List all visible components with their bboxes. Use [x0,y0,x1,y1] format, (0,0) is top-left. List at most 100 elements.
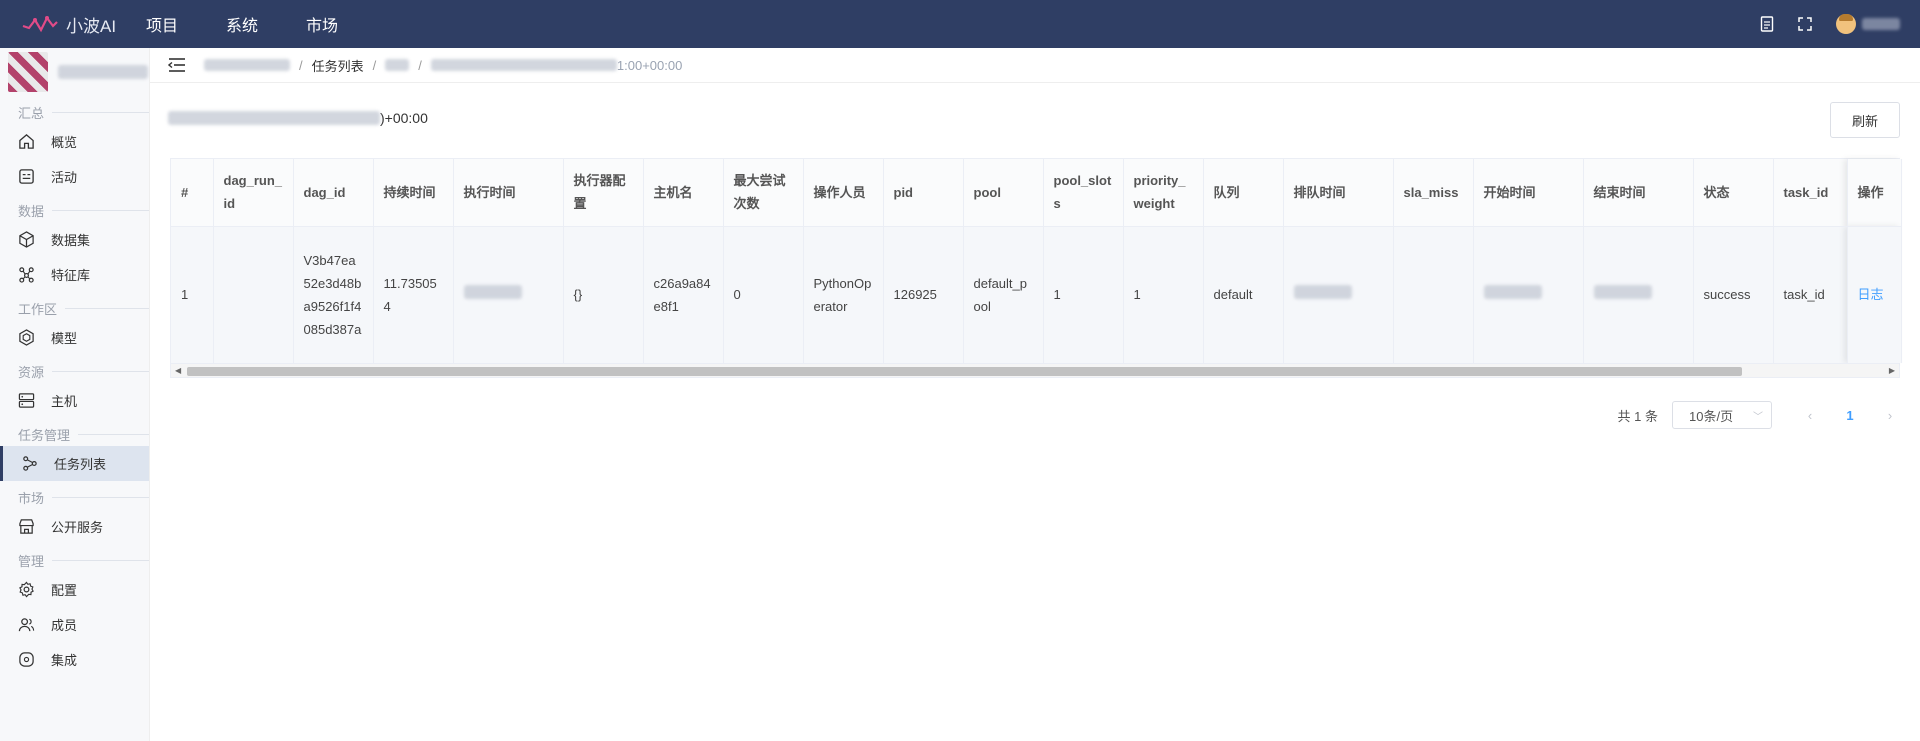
sidebar-group-resources: 资源 [0,359,149,383]
cell-state: success [1693,226,1774,363]
logo-icon [22,15,58,33]
sidebar-item-label: 成员 [51,618,78,633]
sidebar-item-activity[interactable]: 活动 [0,159,149,194]
cell-start-time [1473,226,1584,363]
pagination: 共 1 条 10条/页 ﹀ ‹ 1 › [1618,401,1900,429]
prev-page-icon[interactable]: ‹ [1800,408,1820,423]
sidebar-group-workspace: 工作区 [0,296,149,320]
top-right-tools [1740,0,1900,48]
sidebar-item-feature-store[interactable]: 特征库 [0,257,149,292]
chevron-down-icon: ﹀ [1753,411,1763,423]
fullscreen-icon[interactable] [1794,13,1816,35]
group-title: 资源 [18,364,45,380]
horizontal-scrollbar[interactable]: ◀ ▶ [171,363,1899,377]
share-icon [23,456,37,471]
col-header: sla_miss [1393,159,1474,227]
sidebar-item-model[interactable]: 模型 [0,320,149,355]
breadcrumb-run-suffix: 1:00+00:00 [616,57,683,73]
cell-sla-miss [1393,226,1474,363]
topnav-system[interactable]: 系统 [226,12,258,36]
topnav-market[interactable]: 市场 [306,12,338,36]
cell-dag-run-id [213,226,294,363]
brand-name: 小波AI [66,16,117,36]
cell-pid: 126925 [883,226,964,363]
col-header: pool_slots [1043,159,1124,227]
col-header: # [171,159,214,227]
breadcrumb-project-redacted[interactable] [204,59,290,71]
col-header: 操作 [1847,159,1902,227]
topnav-project[interactable]: 项目 [146,12,178,36]
sidebar-item-settings[interactable]: 配置 [0,572,149,607]
main-content: / 任务列表 / / 1:00+00:00 )+00:00 刷新 # dag_r… [150,48,1920,741]
top-nav: 项目 系统 市场 [146,12,386,36]
cell-end-time [1583,226,1694,363]
cell-max-tries: 0 [723,226,804,363]
breadcrumb: / 任务列表 / / 1:00+00:00 [150,48,1920,83]
document-icon[interactable] [1756,13,1778,35]
scroll-right-icon[interactable]: ▶ [1889,366,1895,375]
table-header-row: # dag_run_id dag_id 持续时间 执行时间 执行器配置 主机名 … [171,159,1902,227]
col-header: priority_weight [1123,159,1204,227]
sidebar-item-label: 活动 [51,170,78,185]
group-title: 市场 [18,490,45,506]
avatar[interactable] [1836,14,1856,34]
menu-fold-icon[interactable] [168,57,186,73]
sidebar-item-overview[interactable]: 概览 [0,124,149,159]
page-size-select[interactable]: 10条/页 ﹀ [1672,401,1772,429]
page-subtitle: )+00:00 [168,110,428,126]
breadcrumb-run-redacted [430,59,617,71]
col-header: 结束时间 [1583,159,1694,227]
sidebar-item-label: 模型 [51,331,78,346]
sidebar-item-label: 公开服务 [51,520,104,535]
cell-duration: 11.735054 [373,226,454,363]
activity-icon [19,169,34,184]
next-page-icon[interactable]: › [1880,408,1900,423]
feature-icon [19,267,34,283]
username-redacted[interactable] [1862,18,1900,30]
sidebar-item-datasets[interactable]: 数据集 [0,222,149,257]
subtitle-redacted [168,111,380,125]
breadcrumb-task-list[interactable]: 任务列表 [312,56,364,75]
cell-priority-weight: 1 [1123,226,1204,363]
brand[interactable]: 小波AI [22,12,140,37]
sidebar-item-task-list[interactable]: 任务列表 [0,446,149,481]
sidebar-item-label: 概览 [51,135,78,150]
workspace-header[interactable] [0,48,149,96]
col-header: 开始时间 [1473,159,1584,227]
cell-pool-slots: 1 [1043,226,1124,363]
sidebar-group-summary: 汇总 [0,100,149,124]
sidebar-item-label: 任务列表 [54,457,107,472]
col-header: dag_run_id [213,159,294,227]
sidebar-item-label: 配置 [51,583,78,598]
sidebar-item-integrations[interactable]: 集成 [0,642,149,677]
cube-icon [19,231,34,248]
cell-execution-time [453,226,564,363]
sidebar-group-admin: 管理 [0,548,149,572]
cell-queued-time [1283,226,1394,363]
execution-time-redacted [463,285,522,300]
subtitle-suffix: )+00:00 [380,110,428,126]
cell-pool: default_pool [963,226,1044,363]
view-log-link[interactable]: 日志 [1858,287,1884,302]
refresh-button[interactable]: 刷新 [1830,102,1900,138]
col-header: task_id [1773,159,1848,227]
scrollbar-thumb[interactable] [187,367,1742,376]
col-header: 队列 [1203,159,1284,227]
col-header: pid [883,159,964,227]
cell-queue: default [1203,226,1284,363]
cell-action: 日志 [1847,226,1902,363]
sidebar-item-members[interactable]: 成员 [0,607,149,642]
table-row: 1 V3b47ea52e3d48ba9526f1f4085d387a 11.73… [171,226,1902,363]
sidebar-item-hosts[interactable]: 主机 [0,383,149,418]
integration-icon [19,652,34,667]
col-header: 持续时间 [373,159,454,227]
sidebar-group-task-management: 任务管理 [0,422,149,446]
task-instance-table: # dag_run_id dag_id 持续时间 执行时间 执行器配置 主机名 … [170,158,1902,378]
queued-time-redacted [1293,285,1352,300]
page-number-current[interactable]: 1 [1840,408,1860,423]
start-time-redacted [1483,285,1542,300]
breadcrumb-dag-redacted[interactable] [385,59,410,71]
scroll-left-icon[interactable]: ◀ [175,366,181,375]
sidebar-item-public-services[interactable]: 公开服务 [0,509,149,544]
group-title: 数据 [18,203,45,219]
